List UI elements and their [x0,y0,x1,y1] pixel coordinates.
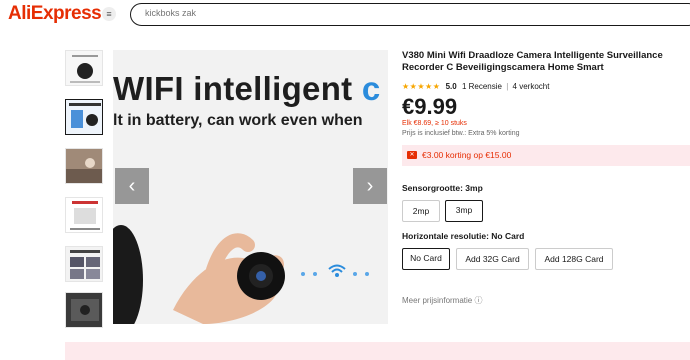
promo-banner [65,342,690,360]
search-bar[interactable] [130,3,690,26]
coupon-banner[interactable]: ✕ €3.00 korting op €15.00 [402,145,690,166]
bulk-price: Elk €8.69, ≥ 10 stuks [402,120,467,127]
star-rating-icon: ★★★★★ [402,82,441,91]
reviews-link[interactable]: 1 Recensie [462,82,502,91]
thumbnail-image [66,100,102,134]
thumbnail-5[interactable] [65,246,103,282]
hand-camera-illustration [113,225,285,324]
thumbnail-1[interactable] [65,50,103,86]
dot [301,272,305,276]
thumbnail-2[interactable] [65,99,103,135]
dot [313,272,317,276]
sold-count: 4 verkocht [512,82,550,91]
aliexpress-logo[interactable]: AliExpress [8,3,102,25]
product-title: V380 Mini Wifi Draadloze Camera Intellig… [402,50,663,73]
resolution-option-32g[interactable]: Add 32G Card [456,248,529,270]
menu-icon[interactable]: ≡ [102,7,116,21]
wifi-icon [328,264,346,277]
thumbnail-image [66,198,102,232]
resolution-option-128g[interactable]: Add 128G Card [535,248,613,270]
coupon-icon: ✕ [407,151,417,159]
thumbnail-3[interactable] [65,148,103,184]
thumbnail-image [66,247,102,281]
sensor-option-label: Sensorgrootte: 3mp [402,183,483,193]
resolution-option-label: Horizontale resolutie: No Card [402,231,525,241]
sensor-option-3mp[interactable]: 3mp [445,200,483,222]
headline-accent: c [361,70,381,107]
main-product-image[interactable]: WIFI intelligent c lt in battery, can wo… [113,50,388,324]
next-image-button[interactable]: › [353,168,387,204]
thumbnail-6[interactable] [65,292,103,328]
dot [353,272,357,276]
price: €9.99 [402,94,458,119]
image-headline: WIFI intelligent c [113,70,381,108]
header: AliExpress ≡ [0,0,690,30]
prev-image-button[interactable]: ‹ [115,168,149,204]
search-input[interactable] [145,8,545,18]
thumbnail-4[interactable] [65,197,103,233]
coupon-text: €3.00 korting op €15.00 [422,150,512,160]
logo-text: AliExpress [8,3,102,24]
thumbnail-image [66,149,102,183]
tax-note: Prijs is inclusief btw.: Extra 5% kortin… [402,130,520,137]
thumbnail-image [66,51,102,85]
resolution-option-no-card[interactable]: No Card [402,248,450,270]
sensor-option-2mp[interactable]: 2mp [402,200,440,222]
headline-text: WIFI intelligent [113,70,362,107]
separator: | [506,82,509,91]
rating-value: 5.0 [445,82,457,91]
image-subheadline: lt in battery, can work even when [113,112,363,129]
thumbnail-image [66,293,102,327]
more-price-info-link[interactable]: Meer prijsinformatie ⓘ [402,295,482,306]
rating-row: ★★★★★ 5.0 1 Recensie | 4 verkocht [402,82,549,91]
dot [365,272,369,276]
